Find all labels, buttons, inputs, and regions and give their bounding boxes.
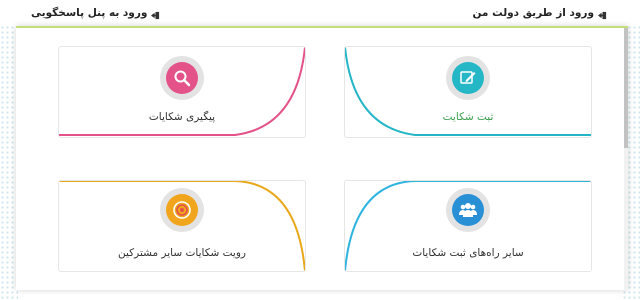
gov-login-label: ورود از طریق دولت من [472,7,594,19]
login-icon [151,9,160,19]
gov-login-link[interactable]: ورود از طریق دولت من [472,5,607,21]
main-panel: ثبت شکایت پیگیری شکایات [16,26,628,290]
other-ways-icon-circle [446,188,490,232]
pencil-edit-icon [452,62,484,94]
other-ways-card[interactable]: سایر راه‌های ثبت شکایات [344,180,592,272]
panel-login-link[interactable]: ورود به پنل پاسخگویی [31,5,160,21]
register-complaint-label: ثبت شکایت [442,111,494,123]
panel-login-label: ورود به پنل پاسخگویی [31,7,148,19]
scrollbar-thumb[interactable] [624,28,628,148]
target-icon [166,194,198,226]
view-others-complaints-card[interactable]: رویت شکایات سایر مشترکین [58,180,306,272]
view-others-complaints-label: رویت شکایات سایر مشترکین [117,247,246,259]
login-icon [598,9,607,19]
track-complaints-card[interactable]: پیگیری شکایات [58,46,306,138]
view-icon-circle [160,188,204,232]
users-icon [452,194,484,226]
register-icon-circle [446,56,490,100]
track-icon-circle [160,56,204,100]
scrollbar[interactable] [624,28,628,290]
track-complaints-label: پیگیری شکایات [148,111,216,123]
register-complaint-card[interactable]: ثبت شکایت [344,46,592,138]
search-icon [166,62,198,94]
other-ways-label: سایر راه‌های ثبت شکایات [412,247,524,259]
